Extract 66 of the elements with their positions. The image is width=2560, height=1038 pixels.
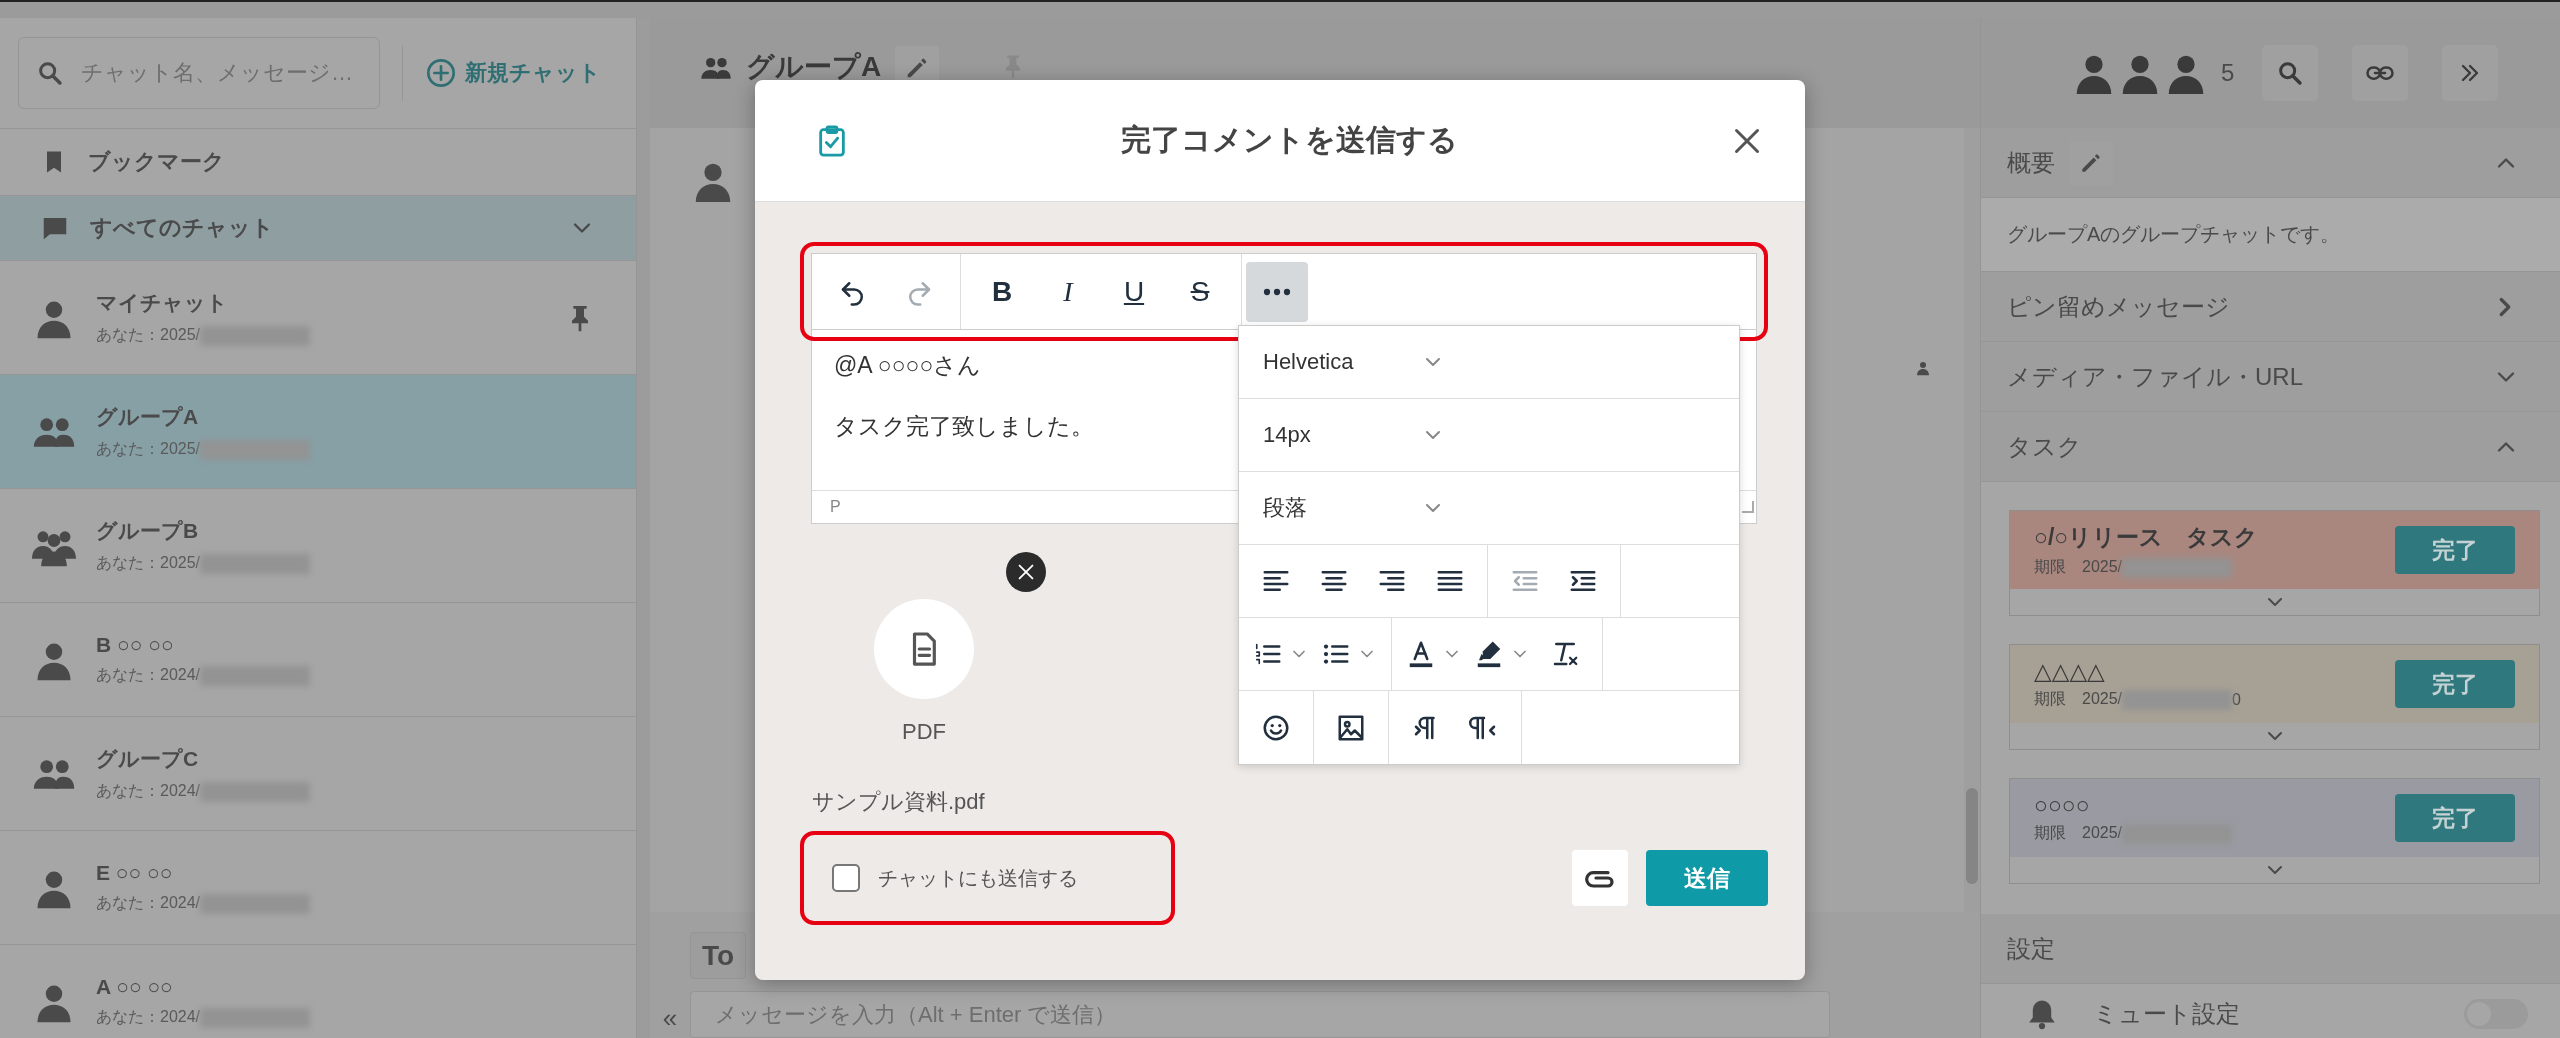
chat-list-item[interactable]: グループA あなた：2025/ [0, 375, 636, 489]
chat-name: A ○○ ○○ [96, 975, 174, 999]
task-title: △△△△ [2034, 658, 2106, 685]
member-count: 5 [2221, 59, 2235, 87]
chat-list-item[interactable]: グループB あなた：2025/ [0, 489, 636, 603]
task-title: ○○○○ [2034, 792, 2091, 819]
chat-preview: あなた：2025/ [96, 553, 201, 573]
section-header[interactable]: 概要 [1981, 128, 2560, 198]
section-header[interactable]: タスク [1981, 412, 2560, 482]
chat-name: グループB [96, 518, 200, 544]
search-field[interactable]: チャット名、メッセージ… [18, 37, 380, 109]
collapse-button[interactable]: « [662, 1003, 678, 1038]
format-button[interactable]: I [1037, 261, 1099, 322]
message-input[interactable]: メッセージを入力（Alt + Enter で送信） [690, 991, 1830, 1038]
chat-list-item[interactable]: グループC あなた：2024/ [0, 717, 636, 831]
description-text: グループAのグループチャットです。 [1981, 198, 2560, 272]
complete-button[interactable]: 完了 [2395, 794, 2515, 842]
section-title: 設定 [2007, 933, 2055, 964]
section-title: メディア・ファイル・URL [2007, 361, 2303, 392]
font-select[interactable]: Helvetica [1239, 326, 1469, 398]
chat-name: B ○○ ○○ [96, 633, 175, 657]
complete-button[interactable]: 完了 [2395, 526, 2515, 574]
complete-button[interactable]: 完了 [2395, 660, 2515, 708]
chat-list-item[interactable]: A ○○ ○○ あなた：2024/ [0, 945, 636, 1038]
editor-text: @A ○○○○さん [834, 351, 982, 380]
task-due-date: 期限 2025/ [2034, 823, 2123, 843]
task-due-date: 0 [2232, 690, 2241, 709]
new-chat-button[interactable]: 新規チャット [425, 57, 601, 89]
task-title: ○/○リリース タスク [2034, 523, 2260, 552]
chat-preview: あなた：2025/ [96, 439, 201, 459]
chat-name: グループC [96, 746, 200, 772]
chat-preview: あなた：2024/ [96, 781, 201, 801]
section-header[interactable]: ピン留めメッセージ [1981, 272, 2560, 342]
bookmark-label: ブックマーク [88, 148, 225, 176]
chat-name: E ○○ ○○ [96, 861, 174, 885]
chat-name: グループA [96, 404, 200, 430]
format-button[interactable]: U [1103, 261, 1165, 322]
mention-button[interactable]: To [690, 932, 746, 979]
section-header[interactable]: メディア・ファイル・URL [1981, 342, 2560, 412]
all-chats-label: すべてのチャット [90, 214, 275, 242]
send-button[interactable]: 送信 [1646, 850, 1768, 906]
format-button[interactable]: S [1169, 261, 1231, 322]
section-title: ピン留めメッセージ [2007, 291, 2230, 322]
chat-preview: あなた：2024/ [96, 1007, 201, 1027]
section-title: 概要 [2007, 147, 2055, 178]
chat-title: グループA [746, 52, 882, 82]
task-due-date: 期限 2025/ [2034, 557, 2123, 577]
chat-preview: あなた：2024/ [96, 665, 201, 685]
file-name: サンプル資料.pdf [812, 788, 986, 816]
task-due-date: 期限 2025/ [2034, 689, 2123, 709]
chat-preview: あなた：2024/ [96, 893, 201, 913]
all-chats-header[interactable]: すべてのチャット [0, 196, 636, 261]
checkbox-label: チャットにも送信する [878, 865, 1078, 891]
dialog-title: 完了コメントを送信する [1119, 122, 1459, 158]
chat-list-item[interactable]: B ○○ ○○ あなた：2024/ [0, 603, 636, 717]
chat-list-item[interactable]: E ○○ ○○ あなた：2024/ [0, 831, 636, 945]
file-type: PDF [901, 719, 947, 745]
editor-text: タスク完了致しました。 [834, 412, 1094, 441]
chat-name: マイチャット [96, 290, 229, 316]
chat-preview: あなた：2025/ [96, 325, 201, 345]
section-title: タスク [2007, 431, 2082, 462]
element-path: P [830, 498, 841, 516]
size-select[interactable]: 14px [1239, 399, 1469, 471]
format-button[interactable]: B [971, 261, 1033, 322]
format-select[interactable]: 段落 [1239, 472, 1469, 544]
mute-label: ミュート設定 [2093, 999, 2240, 1029]
